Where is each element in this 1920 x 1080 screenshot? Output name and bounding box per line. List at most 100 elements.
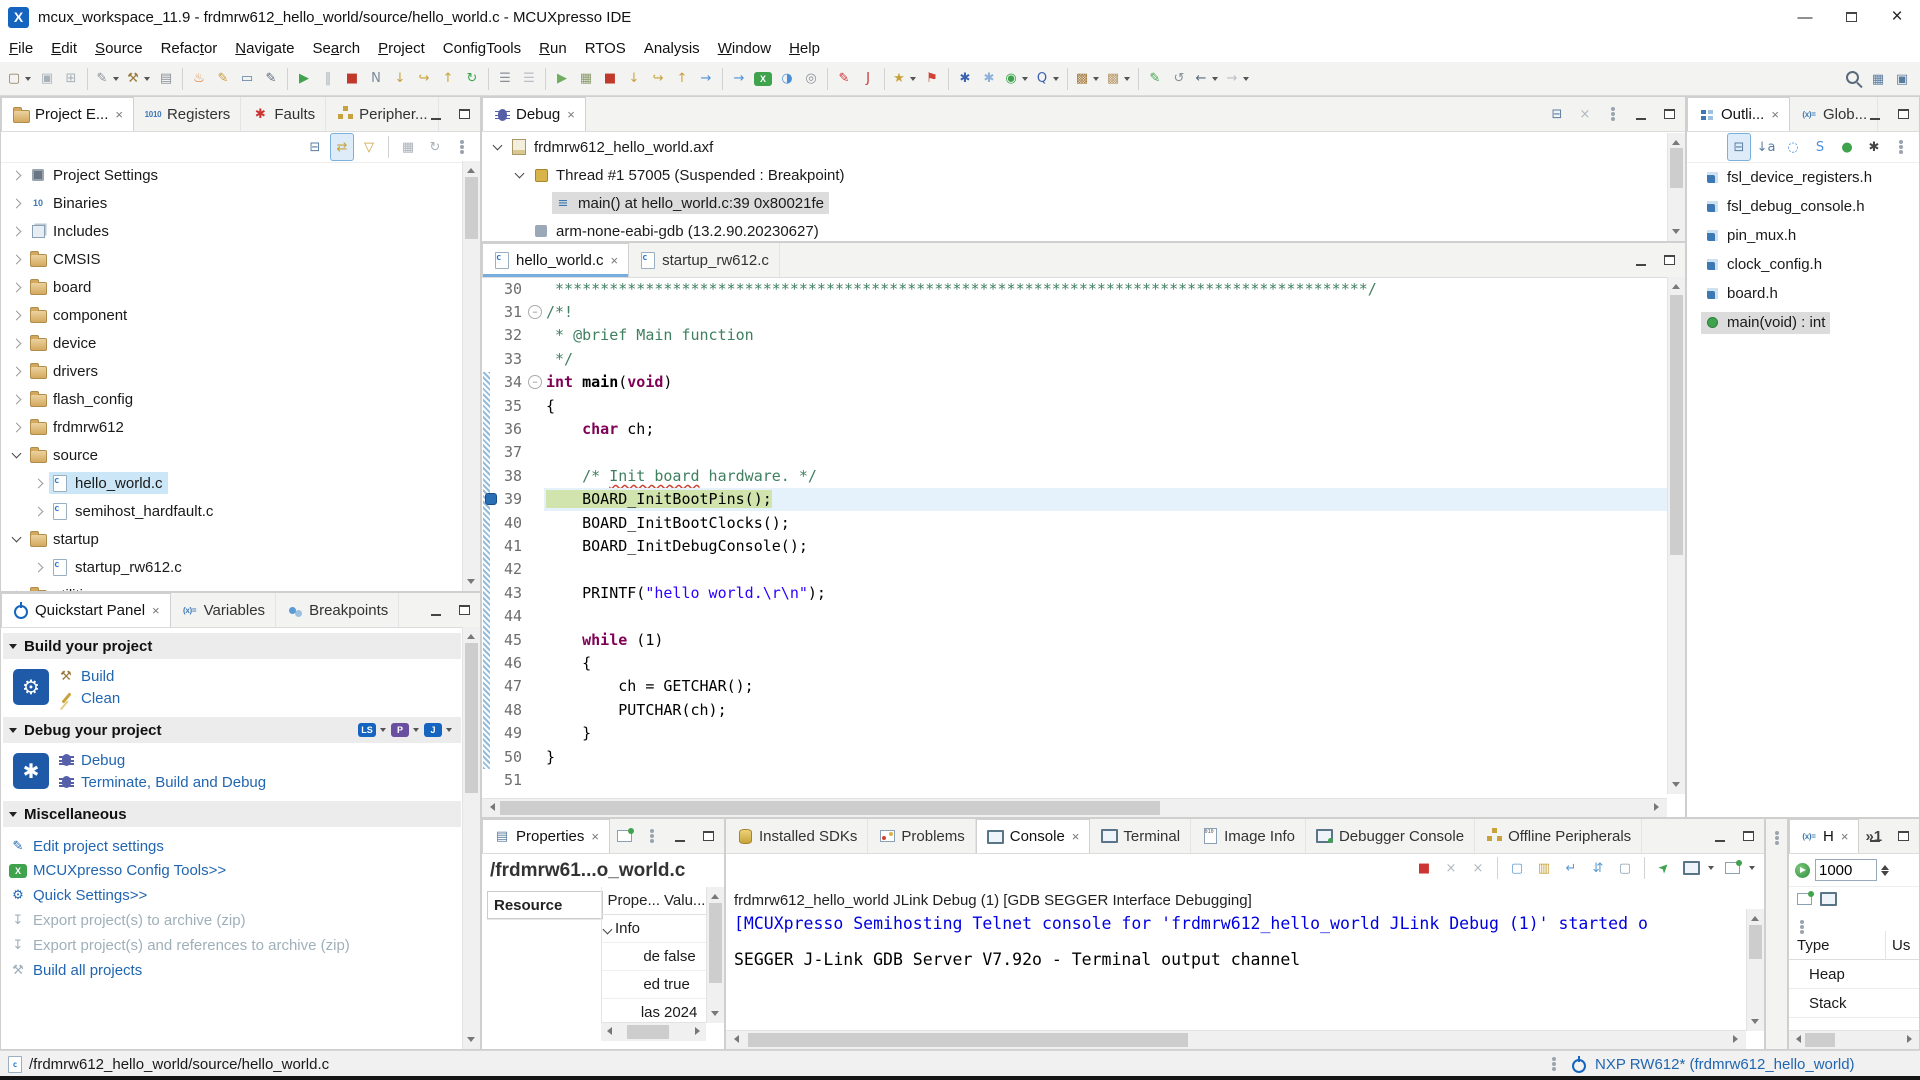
outline-item-main-void-int[interactable]: main(void) : int — [1687, 308, 1919, 337]
expander-icon[interactable] — [34, 478, 44, 488]
project-item-drivers[interactable]: drivers — [1, 357, 463, 385]
code-line-32[interactable]: 32 * @brief Main function — [482, 324, 1667, 347]
maximize-button[interactable] — [1737, 823, 1759, 849]
console-tab-console[interactable]: Console× — [976, 819, 1091, 853]
freeze2-button[interactable]: ✱ — [978, 66, 1000, 92]
menu-file[interactable]: File — [0, 34, 42, 62]
build-button[interactable]: ⚒ — [124, 66, 153, 92]
new-view-button[interactable] — [613, 823, 635, 849]
code-line-30[interactable]: 30 *************************************… — [482, 277, 1667, 300]
fold-collapse-icon[interactable]: − — [528, 305, 542, 319]
console-vscrollbar[interactable] — [1746, 909, 1764, 1031]
debug-tab-debug[interactable]: Debug× — [482, 97, 586, 131]
debug-item-arm-none-eabi-gdb-13-2-90-20230627[interactable]: arm-none-eabi-gdb (13.2.90.20230627) — [482, 217, 1668, 241]
expander-icon[interactable] — [603, 925, 613, 935]
minimize-button[interactable] — [1709, 823, 1731, 849]
code-line-35[interactable]: 35{ — [482, 394, 1667, 417]
code-line-31[interactable]: 31−/*! — [482, 300, 1667, 323]
run-update-button[interactable] — [1793, 861, 1811, 879]
expander-icon[interactable] — [12, 310, 22, 320]
resume-button[interactable]: ▶ — [293, 66, 315, 92]
freeze-button[interactable]: ✱ — [954, 66, 976, 92]
run-last-button[interactable]: ▶ — [551, 66, 573, 92]
status-target-link[interactable]: NXP RW612* (frdmrw612_hello_world) — [1595, 1056, 1855, 1073]
section-header-build-your-project[interactable]: Build your project — [3, 633, 461, 659]
expander-icon[interactable] — [12, 532, 22, 542]
minimize-button[interactable] — [425, 597, 447, 623]
trustzone-button[interactable]: ✎ — [260, 66, 282, 92]
editor-hscrollbar[interactable] — [482, 798, 1667, 817]
step-return2-button[interactable]: ↑ — [671, 66, 693, 92]
drag-handle-icon[interactable] — [1768, 829, 1786, 847]
dropdown-arrow-icon[interactable] — [1124, 77, 1130, 81]
editor-tab-hello-world-c[interactable]: chello_world.c× — [482, 243, 629, 277]
outline-item-clock-config-h[interactable]: clock_config.h — [1687, 250, 1919, 279]
show-console-button[interactable]: ☰ — [494, 66, 516, 92]
run-button[interactable]: ◉ — [1002, 66, 1031, 92]
project-item-binaries[interactable]: 10Binaries — [1, 189, 463, 217]
last-edit-button[interactable]: ↺ — [1168, 66, 1190, 92]
link-clean[interactable]: Clean — [57, 689, 120, 707]
code-line-45[interactable]: 45 while (1) — [482, 628, 1667, 651]
collapse-all-button[interactable]: ⊟ — [304, 134, 326, 160]
step-into2-button[interactable]: ↓ — [623, 66, 645, 92]
console-tab-installed-sdks[interactable]: Installed SDKs — [726, 819, 868, 853]
project-item-includes[interactable]: Includes — [1, 217, 463, 245]
word-wrap-button[interactable]: ↵ — [1560, 855, 1582, 881]
pin-button[interactable]: ➤ — [1653, 855, 1675, 881]
code-line-43[interactable]: 43 PRINTF("hello world.\r\n"); — [482, 581, 1667, 604]
code-line-34[interactable]: 34−int main(void) — [482, 371, 1667, 394]
expander-icon[interactable] — [12, 394, 22, 404]
scrollbar-thumb[interactable] — [465, 177, 478, 239]
link-mcuxpresso-config-tools[interactable]: XMCUXpresso Config Tools>> — [9, 862, 463, 879]
dropdown-arrow-icon[interactable] — [380, 728, 386, 732]
dropdown-arrow-icon[interactable] — [1093, 77, 1099, 81]
dropdown-arrow-icon[interactable] — [1708, 866, 1714, 870]
dropdown-arrow-icon[interactable] — [1053, 77, 1059, 81]
code-line-46[interactable]: 46 { — [482, 651, 1667, 674]
scrollbar-thumb[interactable] — [627, 1025, 669, 1039]
heap-interval-input[interactable] — [1815, 859, 1877, 881]
properties-row-info[interactable]: Info — [602, 915, 706, 943]
menu-run[interactable]: Run — [530, 34, 576, 62]
scrollbar-thumb[interactable] — [1670, 295, 1683, 555]
console-tab-image-info[interactable]: 010Image Info — [1191, 819, 1306, 853]
quickstart-tab-variables[interactable]: (x)=Variables — [171, 593, 276, 627]
minimize-button[interactable] — [669, 823, 691, 849]
dropdown-arrow-icon[interactable] — [1749, 866, 1755, 870]
collapse-all-button[interactable]: ⊟ — [1546, 101, 1568, 127]
maximize-button[interactable] — [453, 597, 475, 623]
expander-icon[interactable] — [12, 448, 22, 458]
linkserver-badge[interactable]: LS — [358, 723, 376, 737]
expander-icon[interactable] — [12, 422, 22, 432]
clear-log-button[interactable]: ▢ — [1506, 855, 1528, 881]
code-line-48[interactable]: 48 PUTCHAR(ch); — [482, 698, 1667, 721]
clear-button[interactable]: × — [1574, 101, 1596, 127]
expander-icon[interactable] — [12, 366, 22, 376]
properties-row-ed[interactable]: edtrue — [602, 971, 706, 999]
stderr-button[interactable]: ▢ — [1614, 855, 1636, 881]
expander-icon[interactable] — [34, 506, 44, 516]
pin-console-button[interactable]: ☰ — [518, 66, 540, 92]
link-debug[interactable]: Debug — [57, 751, 266, 769]
properties-resource-tab[interactable]: Resource — [487, 891, 603, 919]
project-item-frdmrw612[interactable]: frdmrw612 — [1, 413, 463, 441]
dropdown-arrow-icon[interactable] — [1022, 77, 1028, 81]
pemicro-badge[interactable]: P — [391, 723, 409, 737]
dropdown-arrow-icon[interactable] — [25, 77, 31, 81]
dropdown-arrow-icon[interactable] — [113, 77, 119, 81]
code-editor[interactable]: 30 *************************************… — [482, 277, 1667, 794]
outline-item-fsl-device-registers-h[interactable]: fsl_device_registers.h — [1687, 163, 1919, 192]
sort-button[interactable]: ↓a — [1755, 134, 1777, 160]
menu-refactor[interactable]: Refactor — [152, 34, 227, 62]
menu-rtos[interactable]: RTOS — [576, 34, 635, 62]
jlink-script-button[interactable]: ✎ — [833, 66, 855, 92]
expander-icon[interactable] — [515, 168, 525, 178]
step-return-button[interactable]: ↑ — [437, 66, 459, 92]
maximize-button[interactable] — [697, 823, 719, 849]
scrollbar-thumb[interactable] — [1805, 1033, 1835, 1047]
code-line-33[interactable]: 33 */ — [482, 347, 1667, 370]
import-sdk-button[interactable]: ▩ — [1104, 66, 1133, 92]
scrollbar-thumb[interactable] — [709, 903, 722, 983]
perspective-grid-button[interactable]: ▦ — [1867, 66, 1889, 92]
